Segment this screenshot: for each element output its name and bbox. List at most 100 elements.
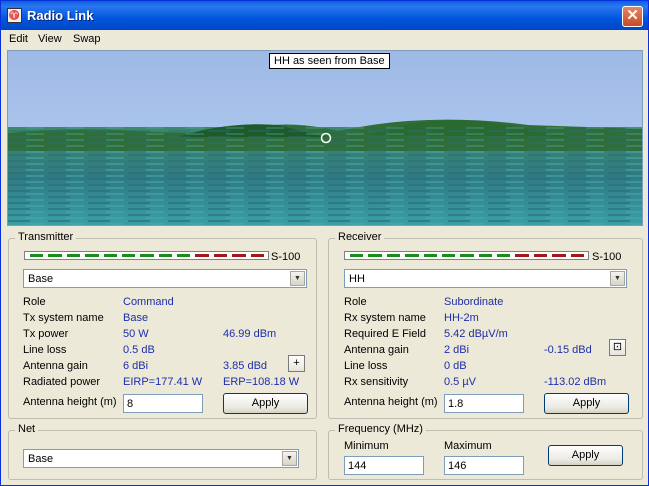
menu-edit[interactable]: Edit — [9, 33, 28, 45]
signal-segment — [195, 254, 209, 257]
signal-segment — [48, 254, 62, 257]
rx-antenna-gain-label: Antenna gain — [344, 344, 409, 356]
signal-segment — [478, 254, 493, 257]
signal-segment — [368, 254, 382, 257]
signal-segment — [386, 254, 401, 257]
transmitter-site-value: Base — [28, 273, 54, 285]
rx-system-name-label: Rx system name — [344, 312, 426, 324]
signal-segment — [570, 254, 584, 257]
rx-antenna-gain-dbd: -0.15 dBd — [544, 344, 592, 356]
tx-line-loss-label: Line loss — [23, 344, 67, 356]
signal-segment — [460, 254, 474, 257]
signal-segment — [121, 254, 136, 257]
close-icon: ✕ — [626, 7, 639, 24]
signal-segment — [140, 254, 154, 257]
rx-antenna-gain-value: 2 dBi — [444, 344, 470, 356]
signal-segment — [158, 254, 173, 257]
tx-power-dbm: 46.99 dBm — [223, 328, 277, 340]
menu-swap[interactable]: Swap — [73, 33, 101, 45]
signal-segment — [515, 254, 529, 257]
rx-sensitivity-label: Rx sensitivity — [344, 376, 409, 388]
transmitter-signal-label: S-100 — [271, 251, 301, 263]
transmitter-signal-meter — [24, 251, 269, 260]
menu-view[interactable]: View — [38, 33, 62, 45]
tx-radiated-power-label: Radiated power — [23, 376, 101, 388]
signal-segment — [552, 254, 566, 257]
tx-erp-value: ERP=108.18 W — [223, 376, 300, 388]
net-value: Base — [28, 453, 54, 465]
signal-segment — [533, 254, 548, 257]
signal-segment — [103, 254, 117, 257]
tx-system-name-value: Base — [123, 312, 149, 324]
tx-role-label: Role — [23, 296, 46, 308]
frequency-min-input[interactable] — [344, 456, 424, 475]
rx-antenna-height-label: Antenna height (m) — [344, 396, 438, 408]
tx-antenna-gain-label: Antenna gain — [23, 360, 88, 372]
signal-segment — [350, 254, 364, 257]
signal-segment — [250, 254, 264, 257]
rx-sensitivity-dbm: -113.02 dBm — [544, 376, 607, 388]
tx-line-loss-value: 0.5 dB — [123, 344, 155, 356]
signal-segment — [497, 254, 511, 257]
net-title: Net — [15, 423, 39, 435]
add-antenna-button[interactable]: + — [288, 355, 305, 372]
receiver-signal-label: S-100 — [592, 251, 622, 263]
rx-role-label: Role — [344, 296, 367, 308]
receiver-title: Receiver — [335, 231, 385, 243]
signal-segment — [405, 254, 419, 257]
radio-link-window: ♈ Radio Link ✕ Edit View Swap HH as seen… — [0, 0, 649, 486]
terrain-view[interactable] — [7, 50, 643, 226]
chevron-down-icon[interactable]: ▼ — [610, 271, 625, 286]
tx-system-name-label: Tx system name — [23, 312, 104, 324]
receiver-signal-meter — [344, 251, 589, 260]
tx-power-value: 50 W — [123, 328, 149, 340]
signal-bar-track — [24, 251, 269, 260]
tx-role-value: Command — [123, 296, 174, 308]
signal-segment — [66, 254, 81, 257]
receiver-site-value: HH — [349, 273, 365, 285]
frequency-max-input[interactable] — [444, 456, 524, 475]
signal-segment — [85, 254, 99, 257]
tx-antenna-height-label: Antenna height (m) — [23, 396, 117, 408]
signal-bar-track — [344, 251, 589, 260]
frequency-min-label: Minimum — [344, 440, 389, 452]
rx-line-loss-label: Line loss — [344, 360, 388, 372]
rx-sensitivity-value: 0.5 µV — [444, 376, 477, 388]
tx-eirp-value: EIRP=177.41 W — [123, 376, 203, 388]
receiver-site-select[interactable]: HH ▼ — [344, 269, 627, 288]
rx-system-name-value: HH-2m — [444, 312, 479, 324]
rx-antenna-height-input[interactable] — [444, 394, 524, 413]
frequency-apply-button[interactable]: Apply — [548, 445, 623, 466]
chevron-down-icon[interactable]: ▼ — [282, 451, 297, 466]
tx-apply-button[interactable]: Apply — [223, 393, 308, 414]
tx-antenna-gain-value: 6 dBi — [123, 360, 149, 372]
rx-line-loss-value: 0 dB — [444, 360, 467, 372]
radio-link-app-icon: ♈ — [7, 8, 22, 23]
title-bar[interactable]: ♈ Radio Link ✕ — [1, 1, 648, 30]
signal-segment — [441, 254, 456, 257]
transmitter-title: Transmitter — [15, 231, 77, 243]
tx-power-label: Tx power — [23, 328, 69, 340]
signal-segment — [213, 254, 228, 257]
close-button[interactable]: ✕ — [622, 6, 643, 27]
rx-required-field-label: Required E Field — [344, 328, 426, 340]
tx-antenna-height-input[interactable] — [123, 394, 203, 413]
antenna-config-button[interactable]: ⊡ — [609, 339, 626, 356]
rx-required-field-value: 5.42 dBµV/m — [444, 328, 508, 340]
signal-segment — [177, 254, 191, 257]
signal-segment — [30, 254, 44, 257]
view-label: HH as seen from Base — [269, 53, 390, 69]
frequency-max-label: Maximum — [444, 440, 492, 452]
frequency-title: Frequency (MHz) — [335, 423, 426, 435]
window-title: Radio Link — [27, 8, 94, 23]
signal-segment — [423, 254, 437, 257]
tx-antenna-gain-dbd: 3.85 dBd — [223, 360, 268, 372]
rx-apply-button[interactable]: Apply — [544, 393, 629, 414]
chevron-down-icon[interactable]: ▼ — [290, 271, 305, 286]
menu-bar: Edit View Swap — [1, 30, 648, 49]
net-select[interactable]: Base ▼ — [23, 449, 299, 468]
signal-segment — [232, 254, 246, 257]
antenna-config-icon: ⊡ — [612, 341, 623, 353]
terrain-scene — [8, 51, 642, 225]
transmitter-site-select[interactable]: Base ▼ — [23, 269, 307, 288]
